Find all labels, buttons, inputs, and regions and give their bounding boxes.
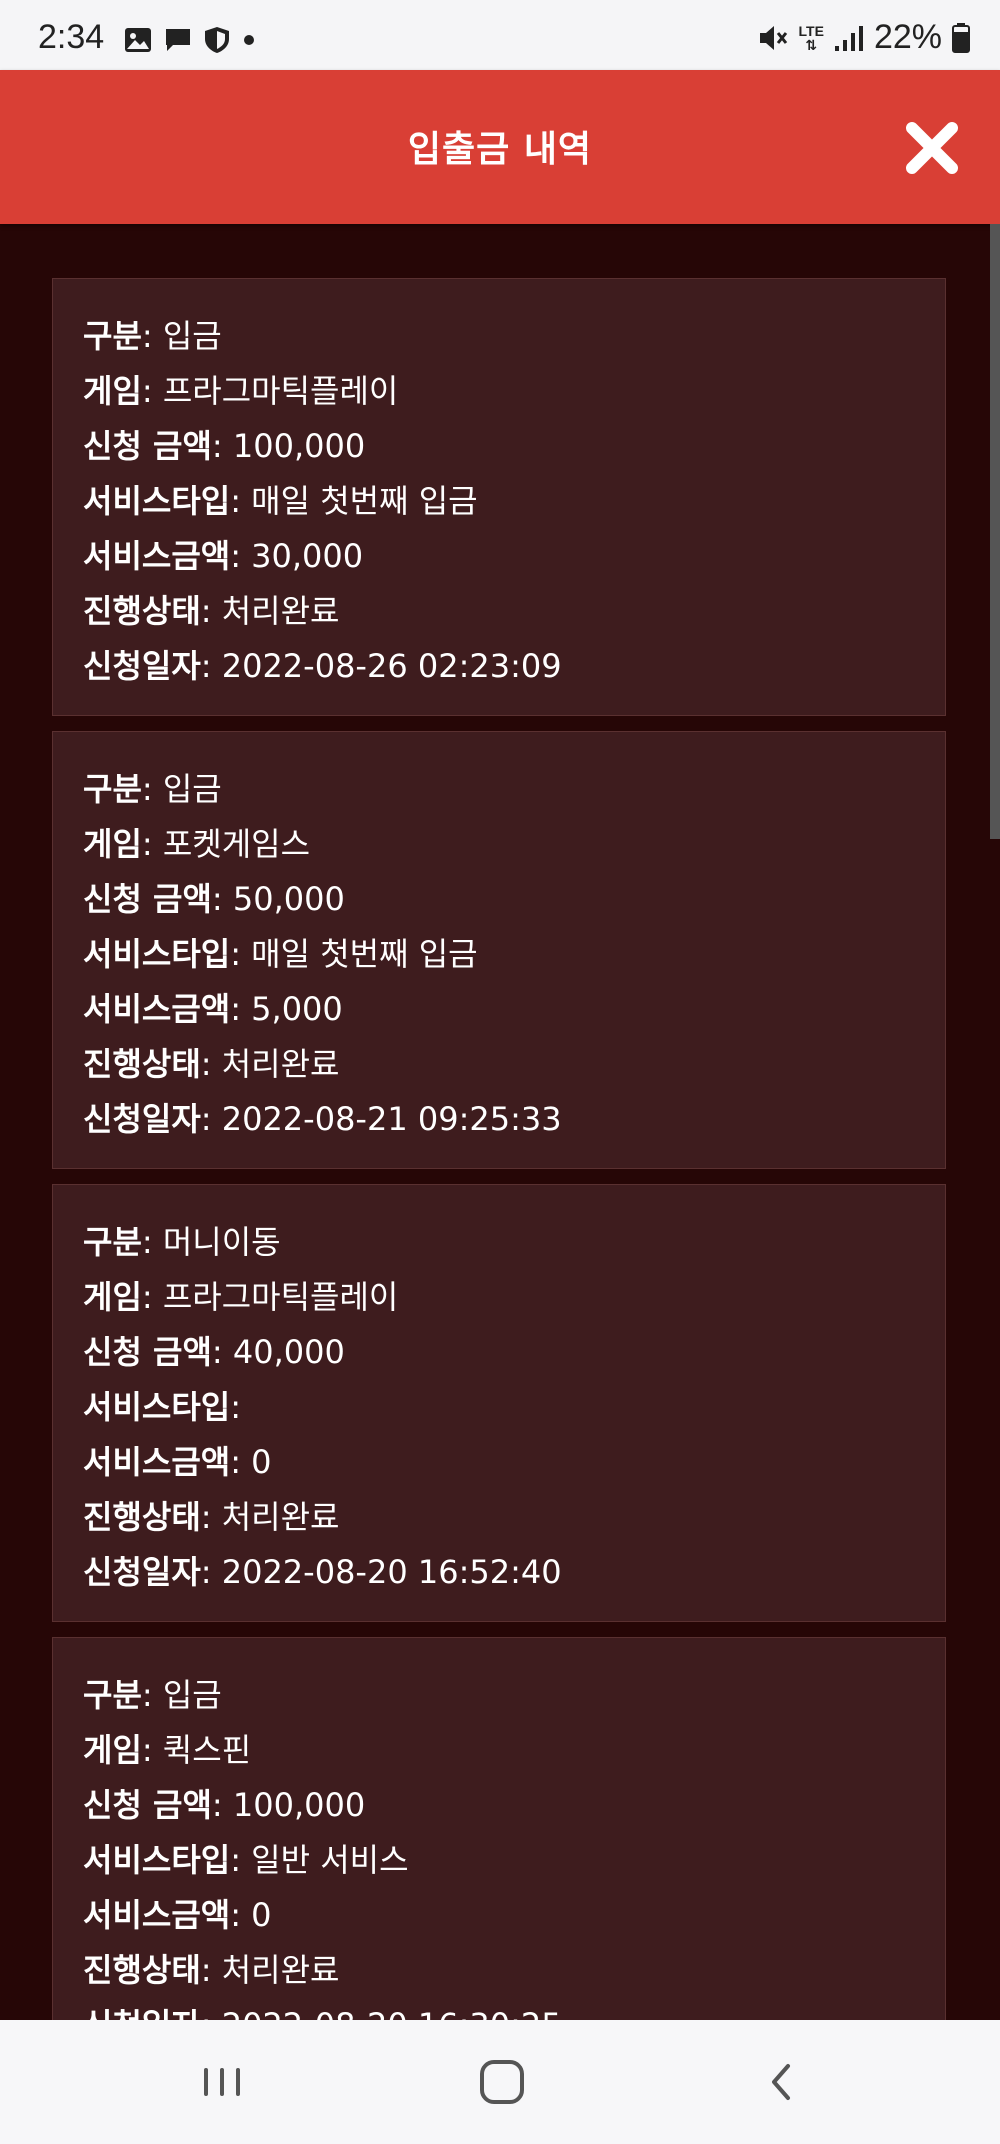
row-service-type: 서비스타입:	[83, 1388, 241, 1426]
row-service-amount: 서비스금액: 30,000	[83, 537, 364, 575]
row-type: 구분: 입금	[83, 317, 222, 355]
history-card: 구분: 입금 게임: 프라그마틱플레이 신청 금액: 100,000 서비스타입…	[52, 278, 946, 716]
row-date: 신청일자: 2022-08-20 16:52:40	[83, 1553, 562, 1591]
row-service-type: 서비스타입: 매일 첫번째 입금	[83, 482, 478, 520]
history-list[interactable]: 구분: 입금 게임: 프라그마틱플레이 신청 금액: 100,000 서비스타입…	[0, 224, 990, 2020]
row-service-type: 서비스타입: 일반 서비스	[83, 1841, 409, 1879]
row-game: 게임: 퀵스핀	[83, 1731, 252, 1769]
modal-header: 입출금 내역	[0, 70, 1000, 224]
row-status: 진행상태: 처리완료	[83, 1498, 340, 1536]
history-card: 구분: 입금 게임: 퀵스핀 신청 금액: 100,000 서비스타입: 일반 …	[52, 1637, 946, 2020]
dot-icon	[244, 35, 254, 45]
lte-indicator: LTE ⇅	[799, 24, 824, 52]
row-game: 게임: 프라그마틱플레이	[83, 372, 399, 410]
page-title: 입출금 내역	[407, 129, 593, 170]
row-amount: 신청 금액: 50,000	[83, 880, 345, 918]
row-amount: 신청 금액: 40,000	[83, 1333, 345, 1371]
row-amount: 신청 금액: 100,000	[83, 427, 366, 465]
signal-icon	[834, 25, 863, 51]
row-date: 신청일자: 2022-08-20 16:30:25	[83, 1998, 915, 2020]
close-button[interactable]	[902, 118, 962, 178]
gallery-icon	[125, 28, 151, 52]
battery-icon	[952, 22, 970, 53]
history-card: 구분: 머니이동 게임: 프라그마틱플레이 신청 금액: 40,000 서비스타…	[52, 1184, 946, 1622]
row-service-amount: 서비스금액: 5,000	[83, 990, 343, 1028]
row-service-amount: 서비스금액: 0	[83, 1443, 272, 1481]
home-icon	[480, 2060, 524, 2104]
row-amount: 신청 금액: 100,000	[83, 1786, 366, 1824]
history-card: 구분: 입금 게임: 포켓게임스 신청 금액: 50,000 서비스타입: 매일…	[52, 731, 946, 1169]
row-type: 구분: 입금	[83, 770, 222, 808]
navigation-bar	[0, 2020, 1000, 2144]
row-status: 진행상태: 처리완료	[83, 1045, 340, 1083]
row-game: 게임: 프라그마틱플레이	[83, 1278, 399, 1316]
battery-percent: 22%	[873, 18, 942, 56]
row-game: 게임: 포켓게임스	[83, 825, 311, 863]
shield-icon	[205, 27, 229, 53]
close-icon	[906, 122, 958, 174]
row-date: 신청일자: 2022-08-26 02:23:09	[83, 647, 562, 685]
recents-icon	[204, 2068, 240, 2096]
notification-icons	[124, 26, 256, 54]
status-time: 2:34	[38, 18, 105, 56]
back-button[interactable]	[752, 2052, 812, 2116]
row-service-type: 서비스타입: 매일 첫번째 입금	[83, 935, 478, 973]
back-icon	[772, 2064, 790, 2100]
mute-icon	[759, 25, 787, 50]
status-bar: 2:34 LTE ⇅ 22%	[0, 0, 1000, 70]
row-status: 진행상태: 처리완료	[83, 592, 340, 630]
lte-label: LTE	[798, 22, 824, 39]
recents-button[interactable]	[192, 2052, 252, 2116]
message-icon	[166, 29, 190, 51]
home-button[interactable]	[472, 2052, 532, 2116]
row-date: 신청일자: 2022-08-21 09:25:33	[83, 1100, 562, 1138]
row-type: 구분: 입금	[83, 1676, 222, 1714]
status-right: LTE ⇅ 22%	[757, 18, 970, 57]
row-service-amount: 서비스금액: 0	[83, 1896, 272, 1934]
lte-arrows-icon: ⇅	[805, 36, 818, 53]
scrollbar[interactable]	[990, 224, 1000, 839]
row-type: 구분: 머니이동	[83, 1223, 281, 1261]
row-status: 진행상태: 처리완료	[83, 1951, 340, 1989]
